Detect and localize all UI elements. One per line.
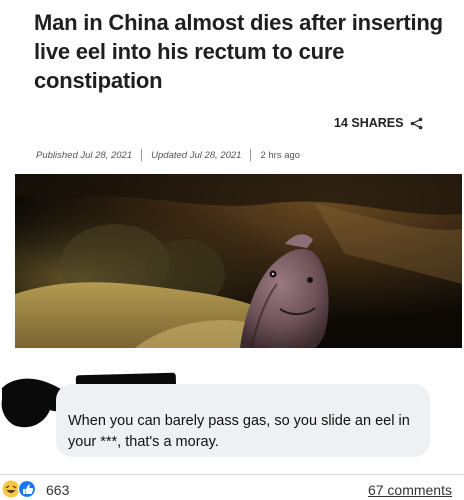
comment-text: When you can barely pass gas, so you sli… (68, 413, 410, 450)
article-meta: Published Jul 28, 2021 Updated Jul 28, 2… (36, 149, 300, 161)
article-photo (15, 174, 462, 348)
updated-date: Updated Jul 28, 2021 (151, 149, 242, 161)
reaction-icons[interactable] (2, 480, 42, 498)
shares-label: 14 SHARES (334, 116, 404, 130)
published-date: Published Jul 28, 2021 (36, 149, 133, 161)
footer-divider (0, 474, 464, 475)
share-counter[interactable]: 14 SHARES (334, 116, 423, 130)
comments-link[interactable]: 67 comments (368, 482, 452, 498)
article-headline: Man in China almost dies after inserting… (34, 10, 443, 93)
meta-divider (250, 149, 252, 161)
time-ago: 2 hrs ago (260, 149, 301, 161)
reaction-count[interactable]: 663 (46, 482, 69, 498)
share-icon[interactable] (410, 117, 423, 130)
haha-reaction-icon (2, 480, 20, 498)
meta-divider (141, 149, 143, 161)
